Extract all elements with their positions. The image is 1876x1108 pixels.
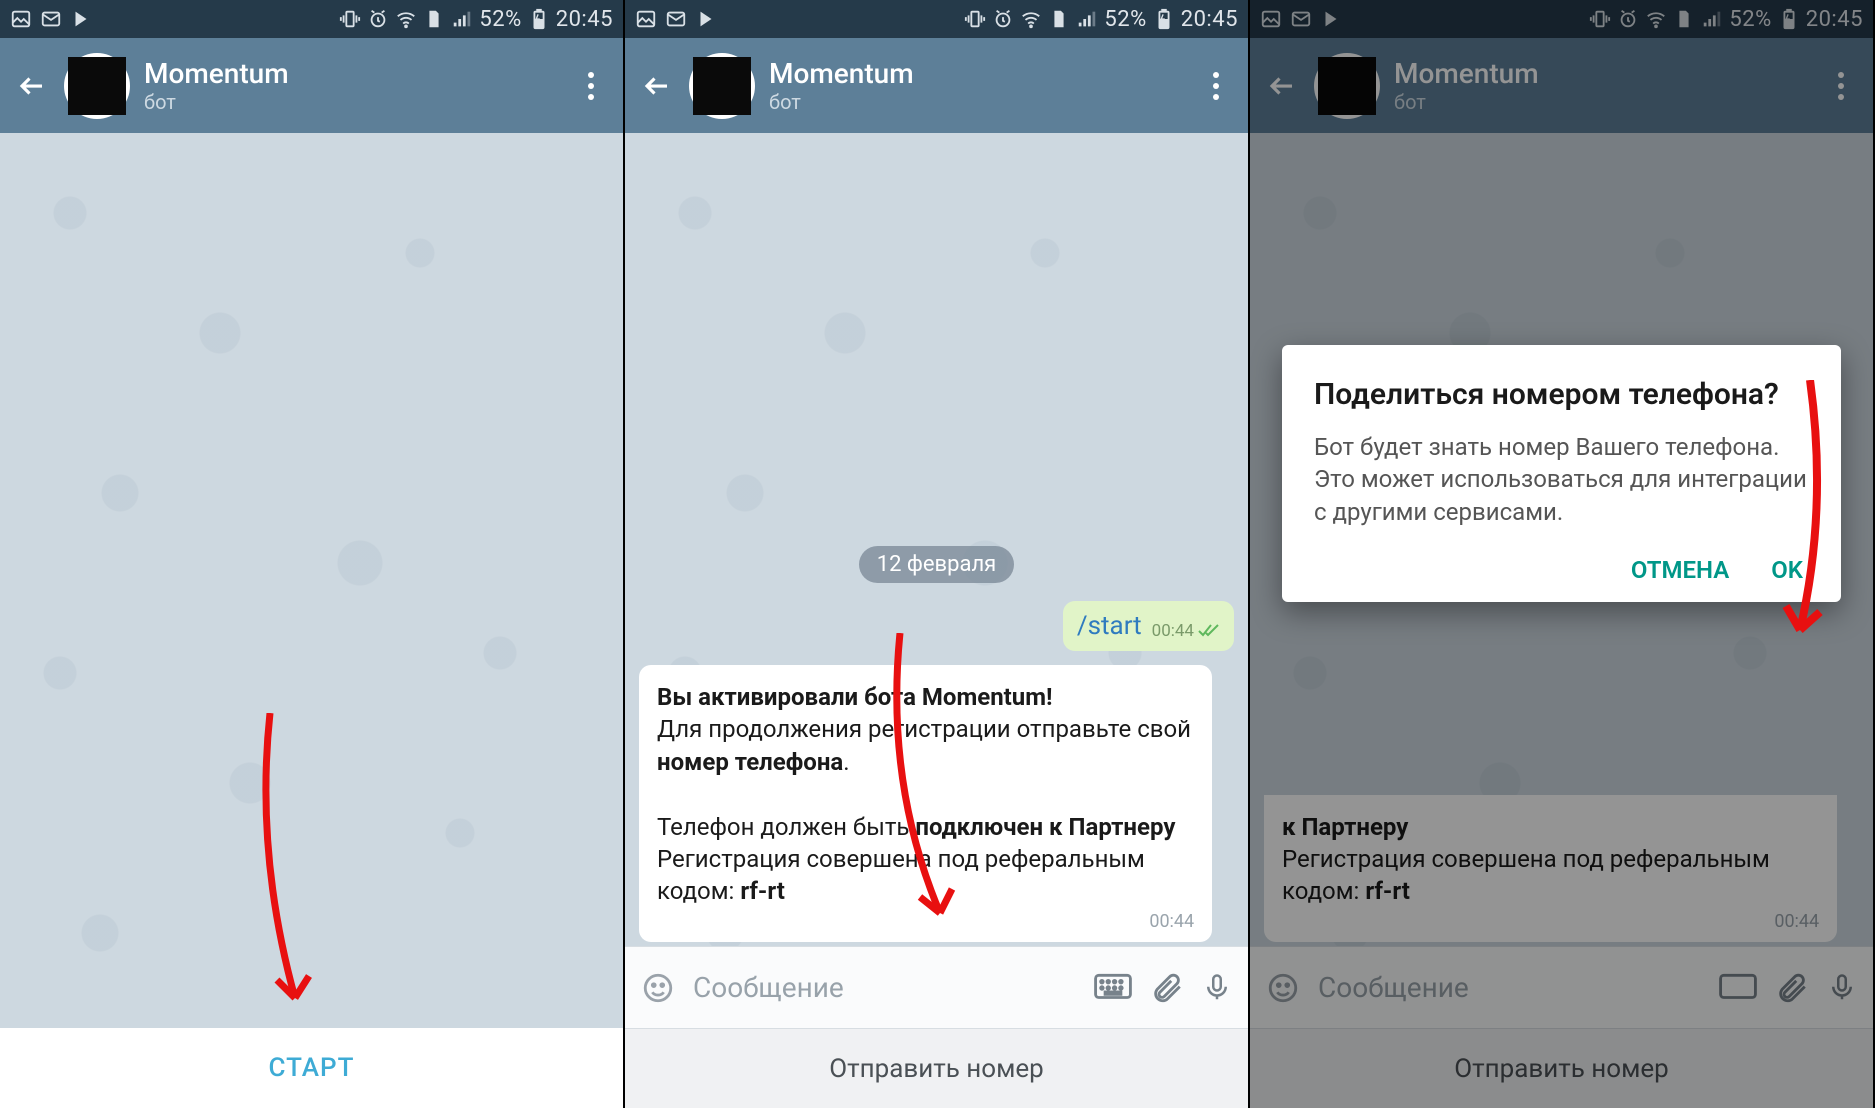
start-button-label: СТАРТ — [269, 1053, 355, 1083]
play-icon — [70, 8, 92, 30]
wifi-icon — [395, 8, 417, 30]
outgoing-message-meta: 00:44 — [1152, 621, 1220, 641]
screen-3: 52% 20:45 Momentum бот к Партнеру Регист… — [1250, 0, 1875, 1108]
chat-subtitle: бот — [769, 90, 1184, 114]
dialog-ok-button[interactable]: OK — [1771, 556, 1803, 584]
back-button[interactable] — [639, 68, 675, 104]
dialog-cancel-button[interactable]: ОТМЕНА — [1631, 556, 1729, 584]
mic-icon[interactable] — [1202, 971, 1232, 1005]
status-bar: 52% 20:45 — [625, 0, 1248, 38]
wifi-icon — [1020, 8, 1042, 30]
vibrate-icon — [339, 8, 361, 30]
msg-line-2a: Для продолжения регистрации отправьте св… — [657, 715, 1191, 743]
chat-header: Momentum бот — [625, 38, 1248, 133]
more-button[interactable] — [573, 68, 609, 104]
send-number-label: Отправить номер — [829, 1054, 1044, 1084]
keyboard-icon[interactable] — [1094, 973, 1132, 1003]
chat-subtitle: бот — [144, 90, 559, 114]
mail-icon — [40, 8, 62, 30]
msg-line-4b: rf-rt — [740, 877, 785, 905]
sim-icon — [423, 8, 445, 30]
battery-percent: 52% — [479, 7, 521, 32]
date-separator: 12 февраля — [859, 546, 1015, 583]
chat-messages-area[interactable] — [0, 133, 623, 1028]
incoming-message-time: 00:44 — [657, 910, 1194, 934]
outgoing-message[interactable]: /start 00:44 — [1063, 601, 1234, 651]
sim-icon — [1048, 8, 1070, 30]
msg-line-3b: подключен к Партнеру — [915, 813, 1175, 841]
alarm-icon — [367, 8, 389, 30]
incoming-message[interactable]: Вы активировали бота Momentum! Для продо… — [639, 665, 1212, 942]
message-input-row: Сообщение — [625, 946, 1248, 1028]
chat-title-group[interactable]: Momentum бот — [769, 57, 1184, 114]
read-checks-icon — [1198, 623, 1220, 639]
chat-title: Momentum — [769, 57, 1184, 90]
dialog-title: Поделиться номером телефона? — [1314, 377, 1809, 413]
share-phone-dialog: Поделиться номером телефона? Бот будет з… — [1282, 345, 1841, 602]
chat-title-group[interactable]: Momentum бот — [144, 57, 559, 114]
msg-line-3a: Телефон должен быть — [657, 813, 915, 841]
clock-text: 20:45 — [556, 7, 613, 32]
outgoing-message-time: 00:44 — [1152, 621, 1194, 641]
battery-icon — [528, 8, 550, 30]
picture-icon — [10, 8, 32, 30]
battery-icon — [1153, 8, 1175, 30]
chat-avatar[interactable] — [64, 53, 130, 119]
picture-icon — [635, 8, 657, 30]
battery-percent: 52% — [1104, 7, 1146, 32]
back-button[interactable] — [14, 68, 50, 104]
chat-header: Momentum бот — [0, 38, 623, 133]
clock-text: 20:45 — [1181, 7, 1238, 32]
send-number-button[interactable]: Отправить номер — [625, 1028, 1248, 1108]
signal-icon — [1076, 8, 1098, 30]
chat-messages-area[interactable]: 12 февраля /start 00:44 Вы активировали … — [625, 133, 1248, 946]
signal-icon — [451, 8, 473, 30]
outgoing-message-text: /start — [1077, 611, 1142, 641]
chat-avatar[interactable] — [689, 53, 755, 119]
screen-1: 52% 20:45 Momentum бот СТАРТ — [0, 0, 625, 1108]
vibrate-icon — [964, 8, 986, 30]
mail-icon — [665, 8, 687, 30]
screen-2: 52% 20:45 Momentum бот 12 февраля /start… — [625, 0, 1250, 1108]
emoji-icon[interactable] — [641, 971, 675, 1005]
status-bar: 52% 20:45 — [0, 0, 623, 38]
more-button[interactable] — [1198, 68, 1234, 104]
chat-title: Momentum — [144, 57, 559, 90]
attach-icon[interactable] — [1150, 971, 1184, 1005]
msg-line-4a: Регистрация совершена под реферальным ко… — [657, 845, 1145, 905]
start-button[interactable]: СТАРТ — [0, 1028, 623, 1108]
message-input[interactable]: Сообщение — [693, 971, 1076, 1004]
play-icon — [695, 8, 717, 30]
msg-line-2b: номер телефона — [657, 748, 843, 776]
dialog-body: Бот будет знать номер Вашего телефона. Э… — [1314, 431, 1809, 528]
msg-line-2c: . — [843, 748, 849, 776]
msg-line-1: Вы активировали бота Momentum! — [657, 683, 1053, 711]
annotation-arrow-icon — [250, 713, 330, 1028]
alarm-icon — [992, 8, 1014, 30]
